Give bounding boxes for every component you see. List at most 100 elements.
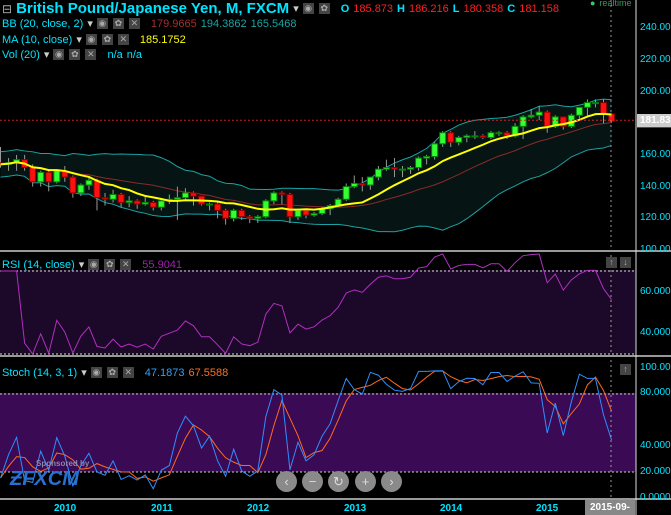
close-icon[interactable]: ✕ bbox=[122, 367, 134, 378]
open-label: O bbox=[340, 2, 350, 15]
candle bbox=[543, 111, 551, 127]
close-icon[interactable]: ✕ bbox=[128, 18, 140, 29]
collapse-icon[interactable]: ⊟ bbox=[2, 2, 12, 16]
ma-value: 185.1752 bbox=[139, 33, 186, 46]
candle bbox=[350, 182, 358, 188]
eye-icon[interactable]: ◉ bbox=[88, 259, 100, 270]
scroll-left-button[interactable]: ‹ bbox=[276, 471, 297, 492]
eye-icon[interactable]: ◉ bbox=[90, 367, 102, 378]
move-down-icon[interactable]: ↓ bbox=[620, 257, 631, 268]
price-tick: 200.000 bbox=[640, 86, 671, 97]
price-tick: 220.000 bbox=[640, 54, 671, 65]
gear-icon[interactable]: ✿ bbox=[106, 367, 118, 378]
chevron-down-icon[interactable]: ▾ bbox=[79, 258, 85, 271]
stoch-tick: 80.0000 bbox=[640, 387, 671, 398]
candle bbox=[374, 168, 382, 178]
price-tick: 120.000 bbox=[640, 212, 671, 223]
candle bbox=[294, 209, 302, 218]
gear-icon[interactable]: ✿ bbox=[101, 34, 113, 45]
candle bbox=[189, 192, 197, 197]
candle bbox=[206, 203, 214, 206]
gear-icon[interactable]: ✿ bbox=[104, 259, 116, 270]
time-tick: 2012 bbox=[247, 503, 270, 514]
chevron-down-icon[interactable]: ▾ bbox=[87, 17, 93, 30]
candle bbox=[399, 168, 406, 171]
close-icon[interactable]: ✕ bbox=[120, 259, 132, 270]
candle bbox=[487, 132, 495, 138]
candle bbox=[278, 192, 286, 196]
candle bbox=[382, 167, 390, 170]
candle bbox=[286, 194, 294, 218]
gear-icon[interactable]: ✿ bbox=[69, 49, 81, 60]
candle bbox=[125, 200, 133, 203]
chevron-down-icon[interactable]: ▾ bbox=[76, 33, 82, 46]
stoch-label[interactable]: Stoch (14, 3, 1) bbox=[2, 367, 77, 379]
vol-label[interactable]: Vol (20) bbox=[2, 49, 40, 61]
candle bbox=[181, 192, 189, 199]
open-value: 185.873 bbox=[353, 2, 394, 15]
rsi-legend: RSI (14, close) ▾ ◉ ✿ ✕ 55.9041 bbox=[2, 258, 182, 272]
candle bbox=[519, 116, 527, 127]
price-tick: 240.000 bbox=[640, 22, 671, 33]
candle bbox=[535, 111, 543, 116]
zoom-in-button[interactable]: + bbox=[355, 471, 376, 492]
move-up-icon[interactable]: ↑ bbox=[606, 257, 617, 268]
gear-icon[interactable]: ✿ bbox=[112, 18, 124, 29]
gear-icon[interactable]: ✿ bbox=[318, 3, 330, 14]
stoch-tick: 40.0000 bbox=[640, 440, 671, 451]
rsi-tick: 40.0000 bbox=[640, 327, 671, 338]
candle bbox=[270, 192, 278, 202]
stoch-band bbox=[0, 393, 636, 472]
eye-icon[interactable]: ◉ bbox=[302, 3, 314, 14]
candle bbox=[117, 194, 125, 203]
fxcm-logo[interactable]: ƵFXCM bbox=[10, 468, 79, 491]
candle bbox=[246, 216, 254, 219]
rsi-tick: 60.0000 bbox=[640, 286, 671, 297]
candle bbox=[366, 176, 374, 186]
move-up-icon[interactable]: ↑ bbox=[620, 364, 631, 375]
chevron-down-icon[interactable]: ▾ bbox=[44, 48, 50, 61]
sponsor-text: Sponsored by bbox=[36, 459, 90, 468]
eye-icon[interactable]: ◉ bbox=[53, 49, 65, 60]
candle bbox=[423, 155, 431, 159]
low-value: 180.358 bbox=[463, 2, 504, 15]
stoch-tick: 100.000 bbox=[640, 362, 671, 373]
zoom-out-button[interactable]: − bbox=[302, 471, 323, 492]
candle bbox=[358, 182, 366, 186]
chevron-down-icon[interactable]: ▾ bbox=[293, 2, 299, 15]
candle bbox=[591, 102, 599, 105]
stoch-d-value: 67.5588 bbox=[188, 366, 229, 379]
main-legend: ⊟ British Pound/Japanese Yen, M, FXCM ▾ … bbox=[2, 0, 559, 17]
chevron-down-icon[interactable]: ▾ bbox=[81, 366, 87, 379]
last-price-marker: 181.838 bbox=[637, 114, 671, 128]
time-tick: 2010 bbox=[54, 503, 77, 514]
eye-icon[interactable]: ◉ bbox=[96, 18, 108, 29]
candle bbox=[583, 102, 591, 108]
high-value: 186.216 bbox=[409, 2, 449, 15]
bb-label[interactable]: BB (20, close, 2) bbox=[2, 18, 83, 30]
candle bbox=[447, 132, 455, 143]
fxcm-logo-icon: Ƶ bbox=[10, 468, 23, 490]
candle bbox=[37, 171, 45, 183]
candle bbox=[133, 200, 141, 205]
realtime-label: realtime bbox=[599, 0, 632, 8]
vol-value-1: n/a bbox=[107, 48, 123, 61]
candle bbox=[53, 170, 61, 183]
time-tick: 2013 bbox=[344, 503, 367, 514]
candle bbox=[45, 171, 53, 183]
candle bbox=[495, 132, 503, 135]
scroll-right-button[interactable]: › bbox=[381, 471, 402, 492]
realtime-status: ● realtime bbox=[590, 0, 631, 8]
low-label: L bbox=[452, 2, 460, 15]
symbol-title[interactable]: British Pound/Japanese Yen, M, FXCM bbox=[16, 0, 289, 17]
ma-label[interactable]: MA (10, close) bbox=[2, 34, 72, 46]
rsi-label[interactable]: RSI (14, close) bbox=[2, 259, 75, 271]
close-icon[interactable]: ✕ bbox=[117, 34, 129, 45]
candle bbox=[214, 203, 222, 211]
candle bbox=[471, 135, 479, 138]
reset-button[interactable]: ↻ bbox=[328, 471, 349, 492]
candle bbox=[238, 209, 246, 218]
close-icon[interactable]: ✕ bbox=[85, 49, 97, 60]
eye-icon[interactable]: ◉ bbox=[85, 34, 97, 45]
candle bbox=[390, 167, 398, 170]
